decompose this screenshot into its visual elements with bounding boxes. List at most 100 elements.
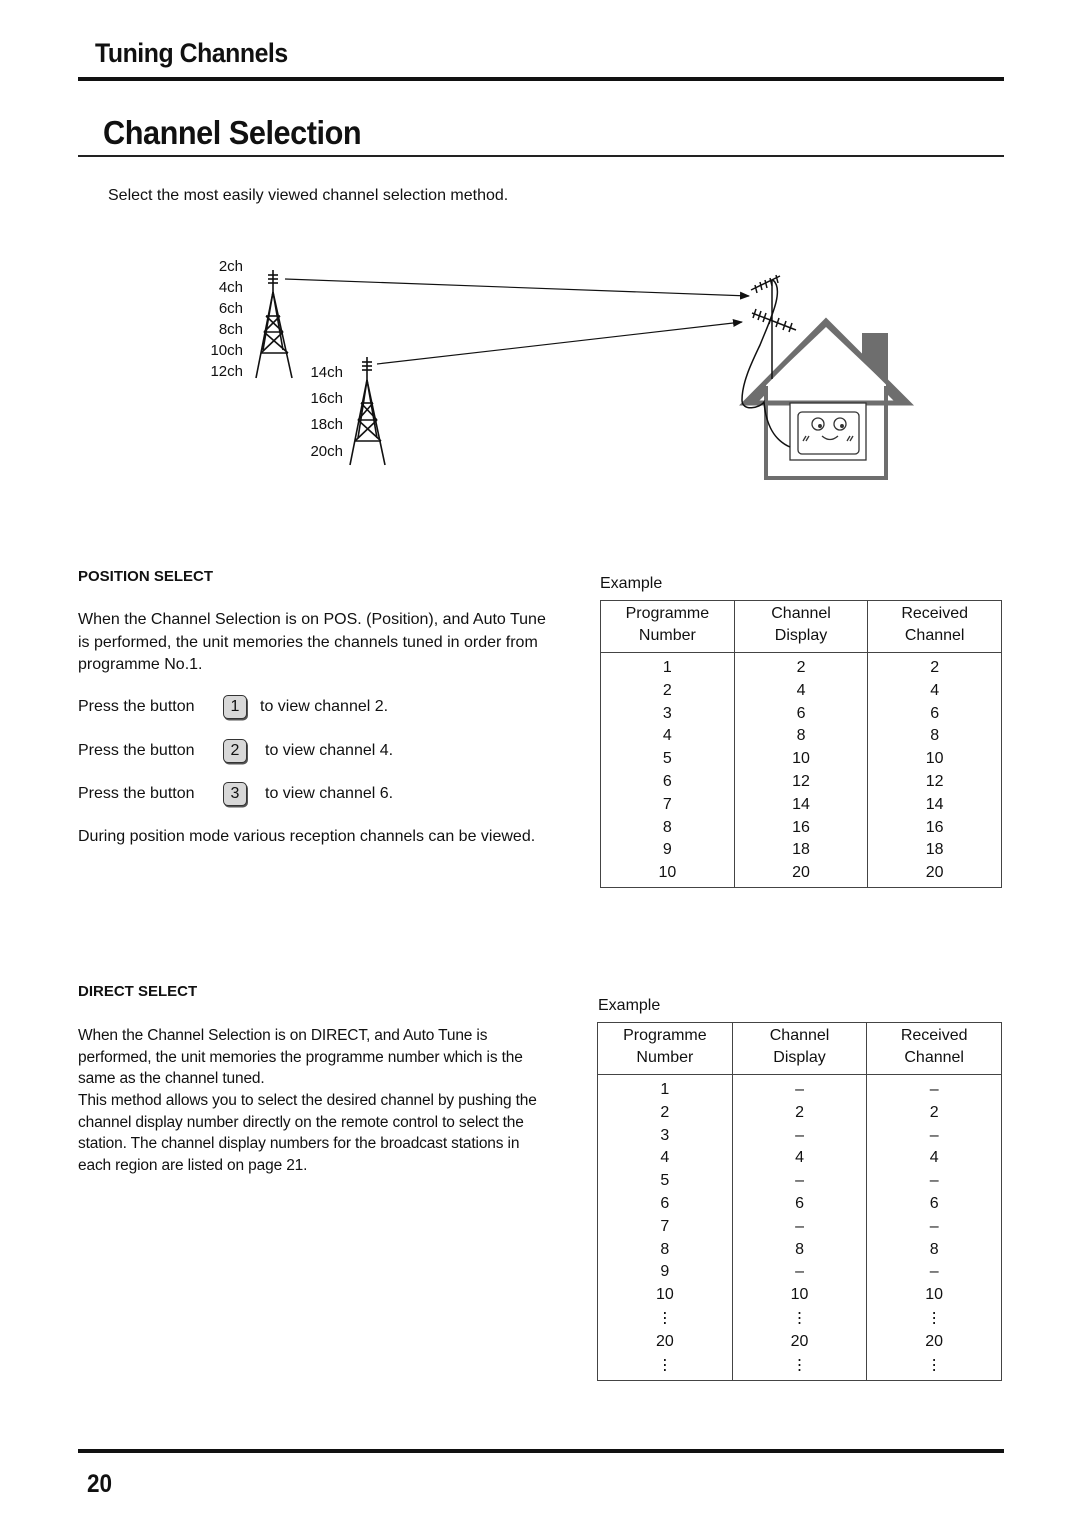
direct-select-description-2: This method allows you to select the des… <box>78 1092 537 1174</box>
table-row: · · · · · · · · · <box>597 1301 1002 1332</box>
press-row-suffix: to view channel 2. <box>260 698 389 715</box>
table-cell: 8 <box>731 1238 868 1262</box>
table-cell: 5 <box>597 1170 733 1193</box>
table-cell: 18 <box>733 839 869 863</box>
table-cell: 7 <box>597 1215 733 1239</box>
remote-key-2-button[interactable]: 2 <box>223 739 247 763</box>
press-row: Press the button 3 to view channel 6. <box>78 782 393 806</box>
table-cell: 10 <box>733 748 869 771</box>
direct-example-table: Programme Number Channel Display Received C… <box>597 1022 1002 1381</box>
table-row: 444 <box>597 1147 1002 1171</box>
table-cell: 9 <box>597 1261 733 1285</box>
table-row: 3– – <box>597 1124 1002 1148</box>
channel-label: 12ch <box>210 363 243 380</box>
table-cell: 18 <box>867 839 1002 863</box>
tower2-channel-labels: 14ch 16ch 18ch 20ch <box>310 364 343 460</box>
channel-label: 6ch <box>219 300 243 317</box>
table-cell: 20 <box>733 862 869 888</box>
table-cell: 20 <box>867 862 1002 888</box>
table-cell: – <box>866 1170 1002 1193</box>
table-row: 666 <box>597 1192 1002 1216</box>
direct-select-description: When the Channel Selection is on DIRECT,… <box>78 1027 523 1087</box>
table-row: 7– – <box>597 1215 1002 1239</box>
broadcast-diagram: 2ch 4ch 6ch 8ch 10ch 12ch 14ch 16ch 18ch… <box>210 258 915 480</box>
tv-icon <box>789 402 867 461</box>
table-cell: 2 <box>733 652 869 680</box>
table-row: 5– – <box>597 1170 1002 1193</box>
signal-arrow <box>284 278 750 300</box>
table-row: 5 10 10 <box>600 748 1002 771</box>
table-cell: 5 <box>600 748 735 771</box>
table-cell: – <box>731 1074 868 1102</box>
table-cell: 8 <box>867 725 1002 749</box>
column-header: Programme Number <box>600 600 735 653</box>
table-cell: 4 <box>733 679 869 703</box>
press-row-label: Press the button <box>78 698 195 715</box>
table-row: 7 14 14 <box>600 793 1002 817</box>
channel-label: 14ch <box>310 364 343 381</box>
example-label: Example <box>600 575 663 592</box>
table-row: 366 <box>600 702 1002 726</box>
table-row: 888 <box>597 1238 1002 1262</box>
table-cell: 2 <box>731 1101 868 1125</box>
continuation-dots: · · · <box>796 1348 803 1379</box>
table-cell: 2 <box>867 652 1002 680</box>
transmitter-tower-icon <box>349 357 386 466</box>
table-cell: – <box>866 1261 1002 1285</box>
position-select-description: When the Channel Selection is on POS. (P… <box>78 611 546 673</box>
page-title: Channel Selection <box>103 114 362 151</box>
table-cell: · · · <box>597 1303 733 1331</box>
table-cell: 8 <box>733 725 869 749</box>
channel-label: 8ch <box>219 321 243 338</box>
table-cell: · · · <box>731 1348 868 1381</box>
continuation-dots: · · · <box>931 1301 938 1332</box>
table-row: 8 16 16 <box>600 816 1002 840</box>
position-mode-note: During position mode various reception c… <box>78 828 536 845</box>
column-header: Channel Display <box>731 1022 868 1075</box>
channel-label: 2ch <box>219 258 243 275</box>
page-number: 20 <box>87 1470 113 1498</box>
table-cell: 3 <box>597 1124 733 1148</box>
table-cell: 3 <box>600 702 735 726</box>
table-cell: 10 <box>867 748 1002 771</box>
table-cell: 9 <box>600 839 735 863</box>
press-row-label: Press the button <box>78 785 195 802</box>
table-row: · · · · · · · · · <box>597 1348 1002 1381</box>
table-cell: 10 <box>600 862 735 888</box>
column-header: Received Channel <box>866 1022 1002 1075</box>
remote-key-1-button[interactable]: 1 <box>223 695 247 719</box>
table-cell: – <box>731 1124 868 1148</box>
table-cell: 16 <box>867 816 1002 840</box>
table-cell: · · · <box>866 1350 1002 1381</box>
table-row: 6 12 12 <box>600 770 1002 794</box>
press-row: Press the button 2 to view channel 4. <box>78 739 393 763</box>
header-rule <box>78 77 1004 81</box>
table-cell: 4 <box>731 1147 868 1171</box>
remote-key-3-button[interactable]: 3 <box>223 782 247 806</box>
example-label: Example <box>598 997 661 1014</box>
table-cell: · · · <box>866 1301 1002 1332</box>
table-cell: 6 <box>600 770 735 794</box>
position-example-table: Programme Number Channel Display Received C… <box>600 600 1002 888</box>
table-cell: 1 <box>600 652 735 680</box>
table-cell: – <box>731 1170 868 1193</box>
press-row: Press the button 1 to view channel 2. <box>78 695 388 719</box>
transmitter-tower-icon <box>255 270 293 379</box>
table-cell: – <box>731 1261 868 1285</box>
table-row: 10 20 20 <box>600 862 1002 888</box>
press-row-label: Press the button <box>78 742 195 759</box>
channel-label: 20ch <box>310 443 343 460</box>
table-cell: 14 <box>733 793 869 817</box>
table-header-row: Programme Number Channel Display Received C… <box>597 1022 1002 1075</box>
table-cell: – <box>731 1215 868 1239</box>
table-cell: 6 <box>597 1192 733 1216</box>
direct-select-heading: DIRECT SELECT <box>78 983 198 1000</box>
table-cell: · · · <box>597 1350 733 1381</box>
continuation-dots: · · · <box>796 1301 803 1332</box>
table-cell: 6 <box>867 702 1002 726</box>
table-cell: 2 <box>600 679 735 703</box>
footer-rule <box>78 1449 1004 1453</box>
section-title: Tuning Channels <box>95 38 288 68</box>
table-cell: – <box>866 1215 1002 1239</box>
table-cell: 4 <box>600 725 735 749</box>
